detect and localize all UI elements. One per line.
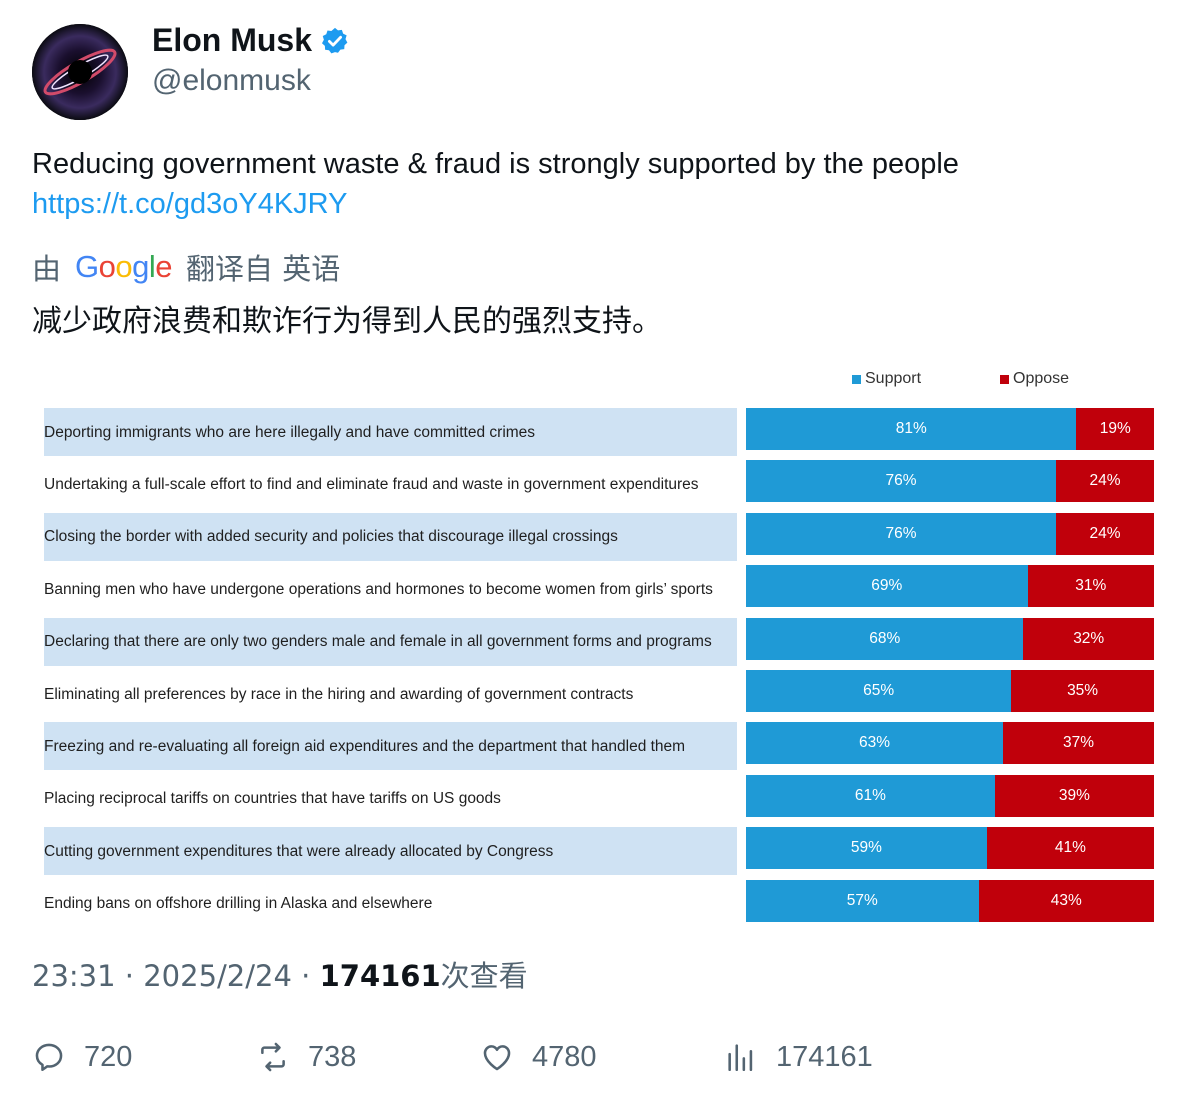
category-label-text: Cutting government expenditures that wer…	[44, 842, 554, 860]
tweet-time[interactable]: 23:31	[32, 959, 116, 993]
google-logo-letter: o	[98, 249, 116, 284]
category-label-text: Eliminating all preferences by race in t…	[44, 685, 634, 703]
category-label: Declaring that there are only two gender…	[44, 618, 737, 666]
like-button[interactable]: 4780	[480, 1040, 597, 1074]
tweet-link[interactable]: https://t.co/gd3oY4KJRY	[32, 184, 1162, 224]
support-bar: 61%	[746, 774, 995, 817]
category-label: Eliminating all preferences by race in t…	[44, 670, 737, 718]
meta-dot: ·	[124, 959, 144, 993]
translation-prefix: 由	[32, 252, 62, 286]
support-bar: 76%	[746, 460, 1057, 503]
category-label-text: Undertaking a full-scale effort to find …	[44, 475, 699, 493]
reply-icon	[35, 1043, 63, 1072]
category-label-text: Freezing and re-evaluating all foreign a…	[44, 737, 686, 755]
oppose-bar: 31%	[1027, 565, 1154, 608]
oppose-bar: 35%	[1011, 670, 1154, 712]
google-logo-letter: G	[75, 249, 99, 284]
support-bar: 76%	[746, 512, 1057, 555]
translation-attribution[interactable]: 由 Google 翻译自 英语	[32, 246, 340, 288]
avatar[interactable]	[32, 24, 128, 120]
category-label: Banning men who have undergone operation…	[44, 565, 737, 613]
chart-row: Ending bans on offshore drilling in Alas…	[36, 879, 1160, 928]
category-label-text: Placing reciprocal tariffs on countries …	[44, 790, 501, 808]
legend-support-swatch	[852, 374, 861, 384]
legend-oppose-swatch	[1000, 374, 1009, 384]
category-label: Deporting immigrants who are here illega…	[44, 408, 737, 456]
support-bar: 81%	[746, 408, 1077, 450]
heart-icon	[483, 1045, 511, 1071]
google-logo: Google	[75, 249, 173, 285]
google-logo-letter: o	[115, 249, 133, 284]
survey-chart-image[interactable]: Support Oppose Deporting immigrants who …	[36, 360, 1160, 932]
reply-count: 720	[84, 1040, 133, 1073]
category-label-text: Declaring that there are only two gender…	[44, 633, 712, 651]
tweet-body: Reducing government waste & fraud is str…	[32, 148, 959, 180]
support-bar: 57%	[746, 879, 979, 922]
legend-oppose-label: Oppose	[1013, 370, 1070, 387]
avatar-image	[32, 24, 128, 120]
category-label-text: Banning men who have undergone operation…	[44, 580, 713, 598]
tweet-text: Reducing government waste & fraud is str…	[32, 144, 1162, 224]
google-logo-letter: g	[132, 249, 149, 284]
category-label: Freezing and re-evaluating all foreign a…	[44, 722, 737, 770]
views-count: 174161	[319, 959, 441, 993]
chart-row: Cutting government expenditures that wer…	[36, 827, 1160, 876]
retweet-count: 738	[308, 1040, 357, 1073]
category-label-text: Ending bans on offshore drilling in Alas…	[44, 895, 433, 913]
oppose-bar: 43%	[978, 879, 1154, 922]
google-logo-letter: e	[155, 249, 173, 284]
chart-row: Deporting immigrants who are here illega…	[36, 408, 1160, 456]
tweet-meta: 23:31 · 2025/2/24 · 174161次查看	[32, 953, 528, 995]
chart-row: Closing the border with added security a…	[36, 512, 1160, 561]
like-count: 4780	[532, 1040, 597, 1073]
display-name-text: Elon Musk	[152, 22, 313, 58]
support-bar: 69%	[746, 565, 1028, 608]
tweet-date[interactable]: 2025/2/24	[143, 959, 292, 993]
action-bar: 720 738 4780 174161	[32, 1040, 1162, 1080]
legend-oppose: Oppose	[1000, 370, 1069, 388]
category-label-text: Deporting immigrants who are here illega…	[44, 423, 536, 441]
meta-dot: ·	[301, 959, 320, 993]
oppose-bar: 41%	[986, 827, 1154, 870]
translation-suffix: 翻译自 英语	[186, 252, 341, 286]
reply-button[interactable]: 720	[32, 1040, 132, 1074]
bar-chart-icon	[728, 1044, 753, 1072]
chart-row: Eliminating all preferences by race in t…	[36, 670, 1160, 718]
chart-row: Freezing and re-evaluating all foreign a…	[36, 722, 1160, 771]
retweet-icon	[261, 1042, 285, 1072]
category-label: Placing reciprocal tariffs on countries …	[44, 775, 737, 823]
support-bar: 59%	[746, 827, 987, 870]
support-bar: 68%	[746, 617, 1024, 660]
category-label-text: Closing the border with added security a…	[44, 528, 618, 546]
oppose-bar: 19%	[1076, 408, 1154, 450]
views-button[interactable]: 174161	[724, 1040, 873, 1074]
category-label: Closing the border with added security a…	[44, 513, 737, 561]
views-action-count: 174161	[776, 1040, 873, 1073]
legend-support-label: Support	[865, 370, 922, 387]
chart-row: Placing reciprocal tariffs on countries …	[36, 774, 1160, 823]
verified-badge-icon	[322, 27, 348, 53]
legend-support: Support	[852, 370, 921, 388]
support-bar: 65%	[746, 670, 1012, 712]
support-bar: 63%	[746, 722, 1004, 765]
retweet-button[interactable]: 738	[256, 1040, 356, 1074]
oppose-bar: 37%	[1003, 722, 1154, 765]
oppose-bar: 24%	[1056, 460, 1154, 503]
oppose-bar: 24%	[1056, 512, 1154, 555]
chart-row: Declaring that there are only two gender…	[36, 617, 1160, 666]
oppose-bar: 32%	[1023, 617, 1154, 660]
views-suffix: 次查看	[440, 959, 528, 993]
chart-row: Undertaking a full-scale effort to find …	[36, 460, 1160, 508]
user-handle[interactable]: @elonmusk	[152, 64, 311, 98]
chart-row: Banning men who have undergone operation…	[36, 565, 1160, 613]
oppose-bar: 39%	[994, 774, 1154, 817]
category-label: Undertaking a full-scale effort to find …	[44, 460, 737, 508]
category-label: Ending bans on offshore drilling in Alas…	[44, 880, 737, 928]
category-label: Cutting government expenditures that wer…	[44, 827, 737, 875]
display-name[interactable]: Elon Musk	[152, 22, 350, 59]
translated-text: 减少政府浪费和欺诈行为得到人民的强烈支持。	[32, 304, 662, 339]
